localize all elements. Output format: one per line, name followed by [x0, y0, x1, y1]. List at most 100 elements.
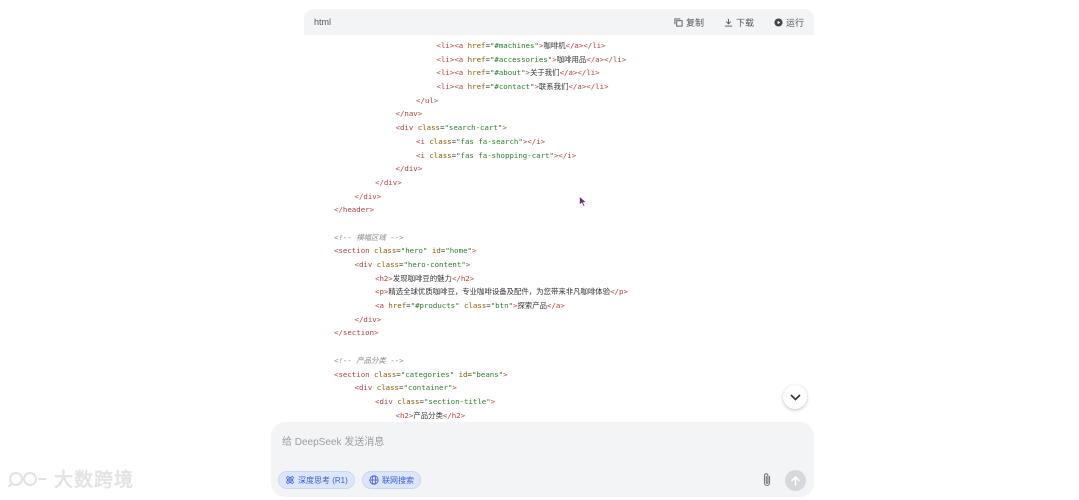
- code-token: <!-- 产品分类 -->: [334, 355, 404, 365]
- code-token: <a: [454, 82, 468, 92]
- code-line: <div class="section-title">: [334, 395, 814, 409]
- code-line: </section>: [334, 326, 814, 340]
- code-token: "hero": [400, 246, 428, 256]
- code-token: </h2>: [451, 273, 475, 283]
- code-token: <section: [334, 246, 375, 256]
- mouse-cursor-icon: [579, 196, 587, 207]
- code-line: <li><a href="#accessories">咖啡用品</a></li>: [334, 53, 814, 67]
- chevron-down-icon: [789, 393, 801, 401]
- code-token: 关于我们: [530, 68, 560, 78]
- code-token: <a: [375, 301, 389, 311]
- code-token: >: [452, 383, 457, 393]
- code-token: "#products": [410, 301, 460, 311]
- download-button[interactable]: 下载: [724, 16, 754, 29]
- code-token: <a: [454, 68, 468, 78]
- paperclip-icon[interactable]: [760, 472, 774, 488]
- code-token: id: [458, 369, 468, 379]
- code-token: "#machines": [489, 41, 539, 50]
- code-token: 咖啡机: [543, 41, 566, 50]
- code-token: href: [467, 82, 486, 92]
- code-line: <!-- 产品分类 -->: [334, 354, 814, 368]
- chat-input[interactable]: 给 DeepSeek 发送消息: [282, 433, 384, 448]
- download-label: 下载: [735, 17, 754, 28]
- code-line: </div>: [334, 313, 814, 327]
- code-token: </nav>: [395, 109, 423, 119]
- code-token: </div>: [375, 177, 402, 187]
- code-line: </ul>: [334, 94, 814, 108]
- code-token: "container": [403, 383, 453, 393]
- code-line: </div>: [334, 190, 814, 204]
- code-line: </div>: [334, 176, 814, 190]
- code-token: 探索产品: [517, 301, 548, 311]
- code-token: id: [431, 246, 441, 256]
- code-token: "categories": [400, 369, 455, 379]
- code-line: <a href="#products" class="btn">探索产品</a>: [334, 299, 814, 313]
- code-token: <div: [395, 123, 418, 133]
- code-token: class: [464, 301, 487, 311]
- globe-icon: [369, 475, 379, 485]
- code-token: </a></li>: [568, 82, 609, 92]
- code-token: <i: [416, 136, 430, 146]
- run-button[interactable]: 运行: [774, 16, 804, 29]
- code-line: <section class="hero" id="home">: [334, 244, 814, 258]
- copy-button[interactable]: 复制: [674, 16, 704, 29]
- logo-icon: [7, 471, 46, 488]
- code-token: "fas fa-shopping-cart": [456, 150, 554, 160]
- code-token: <div: [354, 383, 377, 393]
- code-token: "#contact": [489, 82, 535, 92]
- code-token: </section>: [334, 328, 379, 338]
- code-token: "search-cart": [444, 123, 503, 133]
- arrow-up-icon: [791, 475, 800, 486]
- code-line: <h2>发现咖啡豆的魅力</h2>: [334, 272, 814, 286]
- code-token: <div: [354, 260, 377, 269]
- code-token: "hero-content": [403, 260, 466, 269]
- code-token: href: [388, 301, 407, 311]
- code-token: ></i>: [553, 150, 577, 160]
- code-token: <a: [454, 54, 468, 64]
- code-line: <div class="hero-content">: [334, 258, 814, 272]
- code-token: <h2>: [395, 410, 414, 420]
- deep-think-button[interactable]: 深度思考 (R1): [278, 471, 355, 489]
- code-line: <i class="fas fa-shopping-cart"></i>: [334, 149, 814, 163]
- code-token: "section-title": [423, 396, 491, 406]
- code-block: html 复制 下载 运行 <li><a href="#machines">咖啡…: [304, 9, 814, 430]
- code-line: </div>: [334, 162, 814, 176]
- code-token: "fas fa-search": [456, 136, 523, 146]
- code-token: class: [374, 246, 397, 256]
- scroll-down-button[interactable]: [783, 385, 807, 409]
- run-label: 运行: [785, 17, 804, 28]
- code-token: <section: [334, 369, 375, 379]
- web-search-button[interactable]: 联网搜索: [362, 471, 421, 489]
- code-token: </header>: [334, 205, 375, 215]
- code-token: <p>: [375, 287, 389, 297]
- code-token: </a></li>: [586, 54, 627, 64]
- code-token: <i: [416, 150, 430, 160]
- web-search-label: 联网搜索: [382, 475, 414, 485]
- code-line: <li><a href="#about">关于我们</a></li>: [334, 66, 814, 80]
- play-icon: [774, 17, 783, 27]
- code-token: <div: [375, 396, 398, 406]
- code-token: class: [376, 383, 399, 393]
- code-token: class: [397, 396, 420, 406]
- chat-input-box[interactable]: 给 DeepSeek 发送消息 深度思考 (R1) 联网搜索: [271, 422, 814, 497]
- code-token: </ul>: [416, 95, 439, 105]
- code-token: "home": [445, 246, 472, 256]
- code-token: <a: [454, 41, 468, 50]
- code-line: <div class="container">: [334, 381, 814, 395]
- code-token: href: [467, 41, 486, 50]
- code-line: <section class="categories" id="beans">: [334, 368, 814, 382]
- code-token: >: [490, 396, 496, 406]
- code-token: </a>: [547, 301, 565, 311]
- code-token: class: [429, 136, 452, 146]
- code-token: >: [465, 260, 471, 269]
- watermark-logo: 大数跨境: [6, 465, 134, 492]
- code-token: 咖啡用品: [556, 54, 587, 64]
- code-token: </div>: [354, 314, 382, 324]
- code-line: <li><a href="#contact">联系我们</a></li>: [334, 80, 814, 94]
- code-token: "#about": [489, 68, 526, 78]
- send-button[interactable]: [785, 470, 806, 491]
- code-token: </h2>: [442, 410, 466, 420]
- code-token: >: [471, 246, 477, 256]
- code-token: </div>: [395, 164, 423, 174]
